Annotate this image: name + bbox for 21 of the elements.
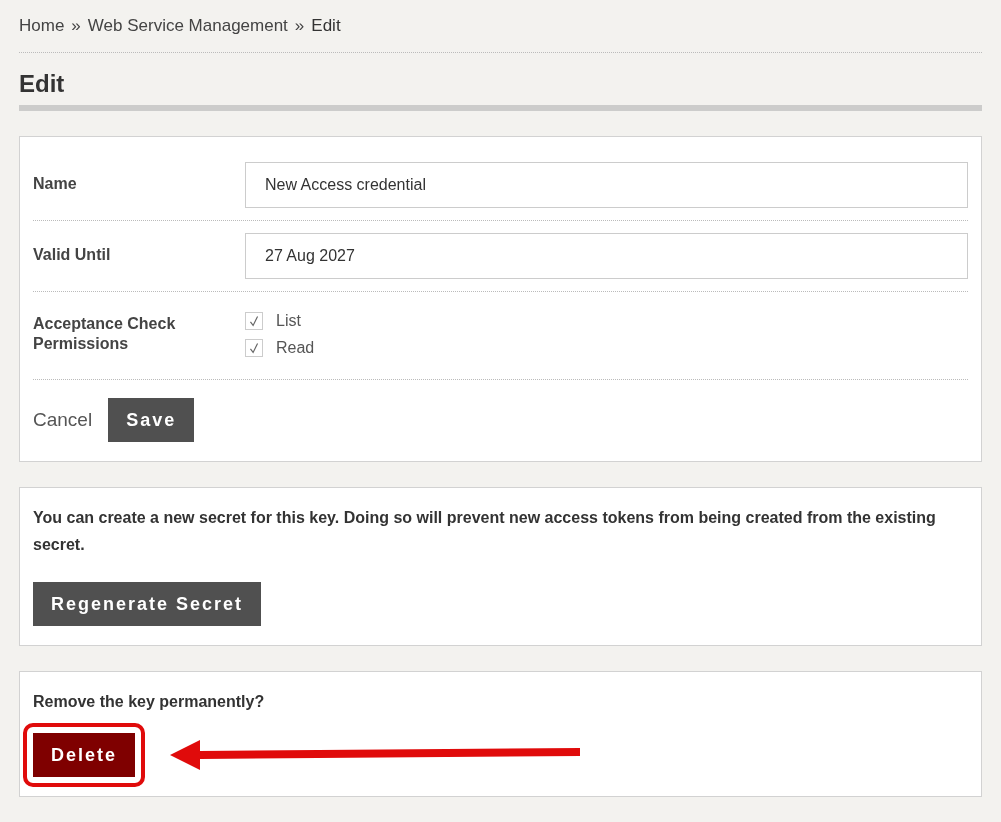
save-button[interactable]: Save bbox=[108, 398, 195, 442]
checkbox[interactable] bbox=[245, 339, 263, 357]
regenerate-description: You can create a new secret for this key. Doing so will prevent new access tokens from being created from the existing secret. bbox=[33, 508, 937, 555]
breadcrumb-current: Edit bbox=[311, 16, 341, 36]
checkbox[interactable] bbox=[245, 312, 263, 330]
regenerate-secret-button[interactable]: Regenerate Secret bbox=[33, 582, 262, 626]
delete-button[interactable]: Delete bbox=[33, 733, 136, 777]
breadcrumb-separator: » bbox=[71, 16, 81, 36]
checkbox-label: Read bbox=[276, 339, 315, 357]
breadcrumb-link[interactable]: Web Service Management bbox=[87, 16, 288, 36]
page-title: Edit bbox=[19, 69, 982, 111]
checkbox-label: List bbox=[276, 312, 301, 330]
breadcrumb-separator: » bbox=[294, 16, 305, 36]
cancel-link[interactable]: Cancel bbox=[33, 409, 93, 431]
field-label: Valid Until bbox=[33, 245, 112, 265]
delete-prompt: Remove the key permanently? bbox=[33, 692, 266, 712]
input-field[interactable]: 27 Aug 2027 bbox=[245, 233, 968, 279]
field-label: Name bbox=[33, 174, 78, 194]
breadcrumb-link[interactable]: Home bbox=[19, 16, 65, 36]
input-field[interactable]: New Access credential bbox=[245, 162, 968, 208]
field-label: Acceptance Check Permissions bbox=[33, 314, 177, 354]
